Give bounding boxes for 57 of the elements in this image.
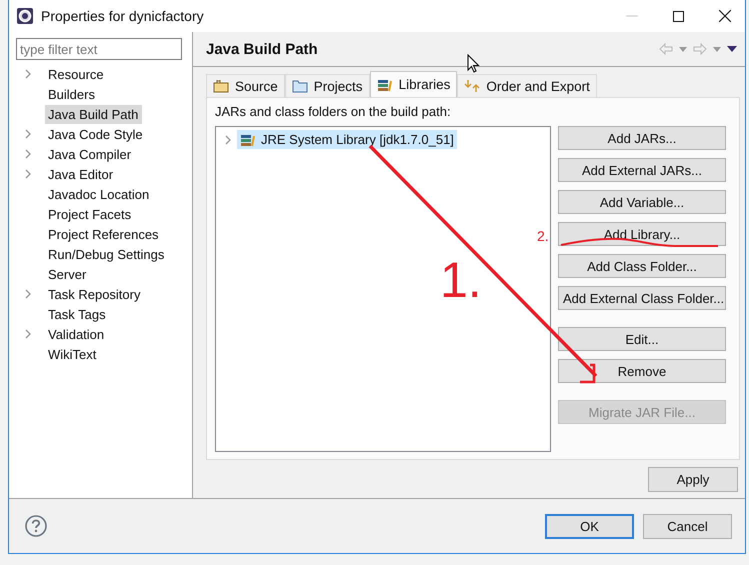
chevron-icon[interactable] [25, 129, 31, 139]
side-button[interactable]: Add Class Folder... [558, 254, 726, 278]
nav-item[interactable]: Project References [45, 224, 163, 244]
maximize-icon[interactable] [673, 10, 684, 22]
chevron-icon[interactable] [225, 134, 231, 144]
nav-item[interactable]: Java Build Path [45, 104, 142, 124]
nav-item[interactable]: Validation [45, 324, 108, 344]
close-icon[interactable] [719, 10, 731, 22]
side-button[interactable]: Edit... [558, 327, 726, 351]
nav-item[interactable]: WikiText [45, 344, 100, 364]
tab[interactable]: Source [206, 74, 285, 97]
window-title: Properties for dynicfactory [41, 8, 204, 24]
nav-item[interactable]: Java Code Style [45, 124, 147, 144]
side-button[interactable]: Add JARs... [558, 126, 726, 150]
filter-field[interactable]: type filter text [16, 38, 182, 60]
nav-item[interactable]: Task Repository [45, 284, 144, 304]
folder-icon [292, 79, 308, 93]
side-button[interactable]: Add External JARs... [558, 158, 726, 182]
dropdown-icon[interactable] [713, 46, 721, 52]
list-label: JARs and class folders on the build path: [215, 104, 452, 120]
nav-item[interactable]: Run/Debug Settings [45, 244, 168, 264]
folder-icon [213, 79, 229, 93]
arrows-icon [464, 79, 480, 93]
side-button[interactable]: Remove [558, 359, 726, 383]
annotation-label: 2. [537, 229, 549, 243]
nav-item[interactable]: Project Facets [45, 204, 136, 224]
page-title: Java Build Path [206, 40, 318, 58]
nav-item[interactable]: Javadoc Location [45, 184, 154, 204]
nav-item[interactable]: Java Editor [45, 164, 118, 184]
chevron-icon[interactable] [25, 329, 31, 339]
books-icon [376, 78, 393, 92]
cursor-icon [467, 54, 480, 73]
ok-button[interactable]: OK [545, 514, 634, 538]
forward-arrow-icon[interactable] [693, 43, 707, 55]
tab[interactable]: Libraries [370, 71, 458, 97]
apply-button[interactable]: Apply [648, 467, 738, 492]
tab[interactable]: Projects [284, 74, 370, 97]
chevron-icon[interactable] [25, 69, 31, 79]
annotation-label: 1. [440, 255, 482, 305]
library-entry[interactable]: JRE System Library [jdk1.7.0_51] [237, 130, 457, 149]
nav-item[interactable]: Builders [45, 84, 99, 104]
nav-item[interactable]: Server [45, 264, 90, 284]
nav-item[interactable]: Resource [45, 64, 108, 84]
view-menu-icon[interactable] [727, 46, 737, 52]
side-button[interactable]: Add Variable... [558, 190, 726, 214]
back-arrow-icon[interactable] [659, 43, 673, 55]
side-button[interactable]: Add External Class Folder... [558, 286, 726, 310]
chevron-icon[interactable] [25, 289, 31, 299]
chevron-icon[interactable] [25, 149, 31, 159]
chevron-icon[interactable] [25, 169, 31, 179]
nav-item[interactable]: Java Compiler [45, 144, 136, 164]
dropdown-icon[interactable] [679, 46, 687, 52]
nav-item[interactable]: Task Tags [45, 304, 110, 324]
tab[interactable]: Order and Export [457, 74, 597, 97]
cancel-button[interactable]: Cancel [643, 514, 732, 538]
help-icon[interactable] [25, 515, 47, 537]
books-icon [240, 132, 256, 146]
